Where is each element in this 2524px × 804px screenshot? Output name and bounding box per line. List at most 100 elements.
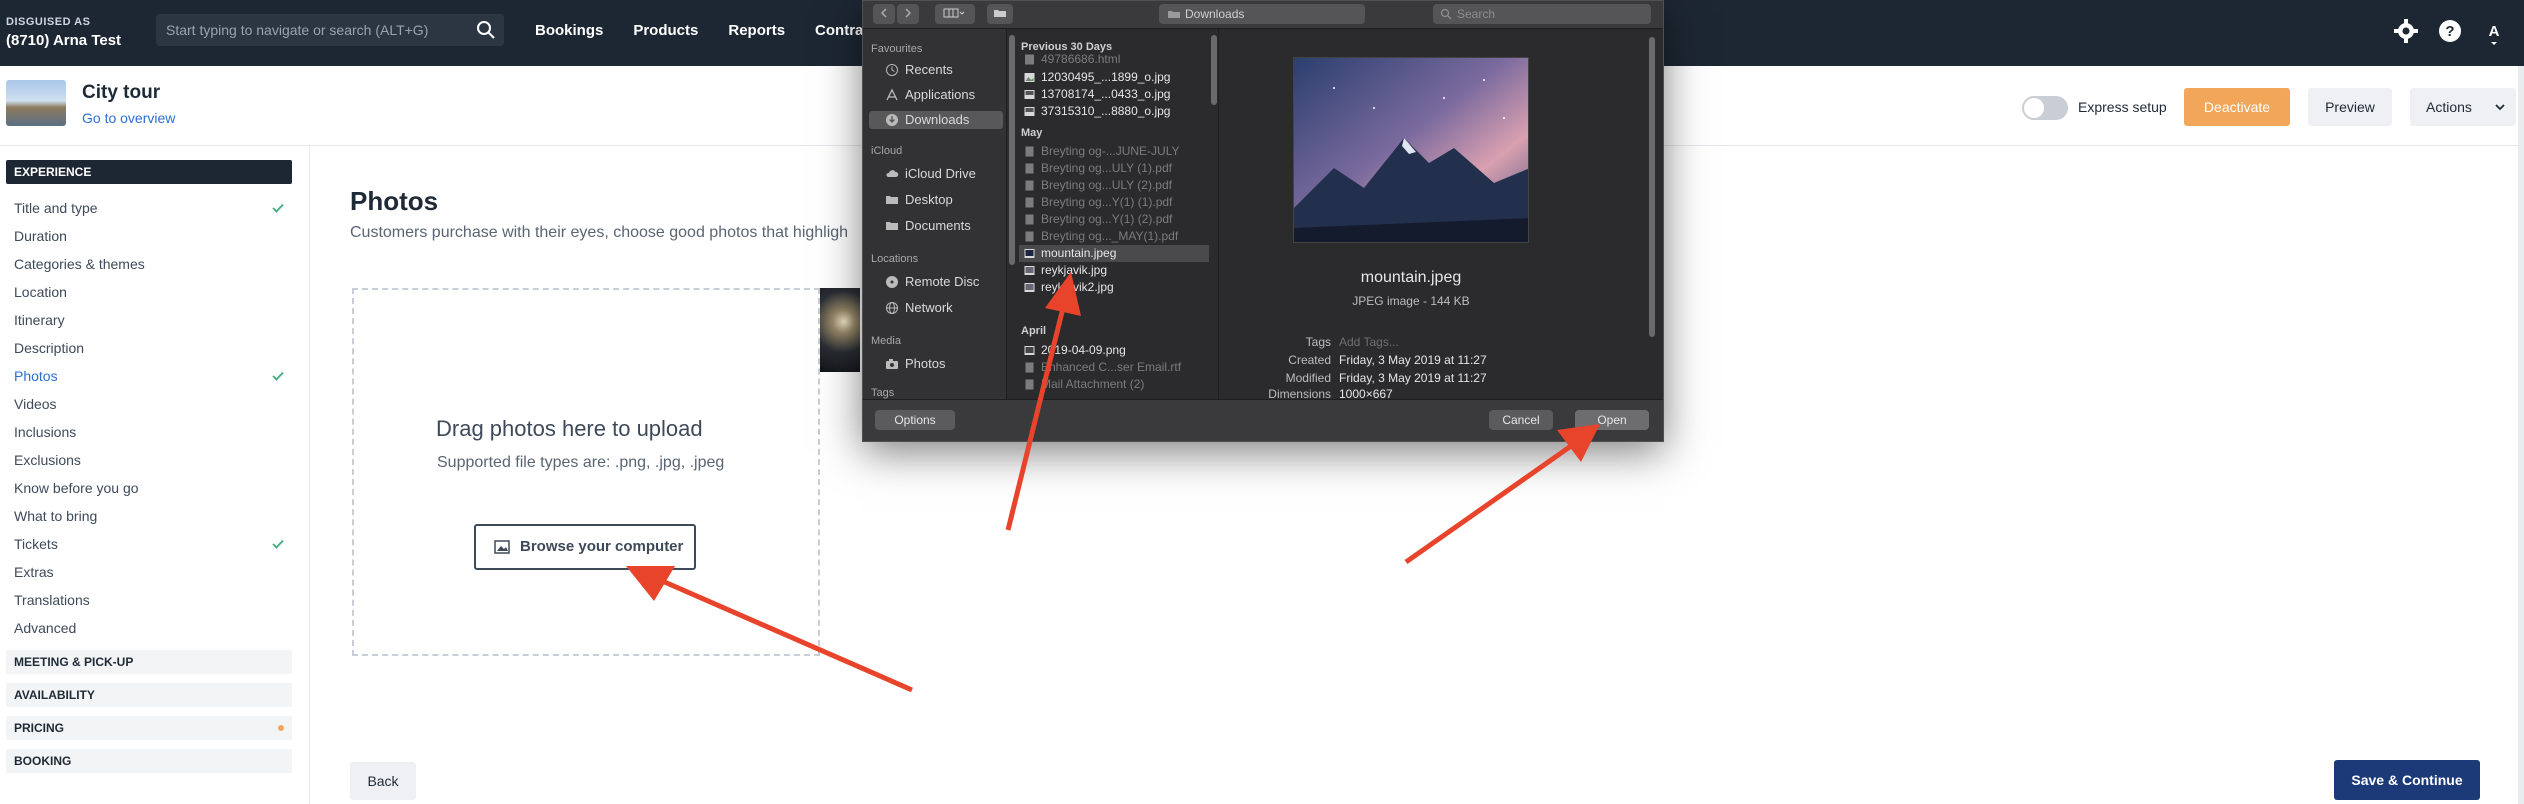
sidebar-item-photos[interactable]: Photos [883, 355, 945, 373]
file-name: 37315310_...8880_o.jpg [1041, 104, 1171, 118]
sidebar-item-recents[interactable]: Recents [883, 61, 953, 79]
document-icon [1025, 362, 1034, 373]
clock-icon [886, 64, 898, 76]
nav-bookings[interactable]: Bookings [535, 22, 603, 39]
preview-file-kind: JPEG image - 144 KB [1352, 294, 1470, 308]
sidebar-item-inclusions[interactable]: Inclusions [14, 424, 76, 440]
file-item[interactable]: 49786686.html [1019, 51, 1209, 68]
sidebar-item-duration[interactable]: Duration [14, 228, 67, 244]
file-name: Breyting og...ULY (1).pdf [1041, 161, 1172, 175]
sidebar-item-videos[interactable]: Videos [14, 396, 57, 412]
forward-nav-button[interactable] [897, 4, 919, 24]
file-item[interactable]: Breyting og...Y(1) (2).pdf [1019, 211, 1209, 228]
add-tags-input[interactable]: Add Tags... [1339, 335, 1399, 349]
file-item[interactable]: Breyting og..._MAY(1).pdf [1019, 228, 1209, 245]
file-item[interactable]: Breyting og...ULY (1).pdf [1019, 160, 1209, 177]
open-button[interactable]: Open [1575, 410, 1649, 430]
icloud-drive-label: iCloud Drive [905, 166, 976, 181]
sidebar-item-exclusions[interactable]: Exclusions [14, 452, 81, 468]
go-to-overview-link[interactable]: Go to overview [82, 110, 175, 126]
browse-computer-button[interactable]: Browse your computer [474, 524, 696, 570]
view-mode-button[interactable] [935, 4, 975, 24]
cancel-button[interactable]: Cancel [1489, 410, 1553, 430]
sidebar-item-categories[interactable]: Categories & themes [14, 256, 145, 272]
sidebar-item-icloud-drive[interactable]: iCloud Drive [883, 165, 976, 183]
express-setup-label: Express setup [2078, 99, 2167, 115]
folder-icon [994, 10, 1006, 17]
file-item[interactable]: Breyting og...Y(1) (1).pdf [1019, 194, 1209, 211]
section-booking[interactable]: BOOKING [6, 749, 292, 773]
sidebar-item-itinerary[interactable]: Itinerary [14, 312, 65, 328]
preview-scrollbar[interactable] [1649, 37, 1655, 337]
sidebar-item-tickets[interactable]: Tickets [14, 536, 58, 552]
nav-reports[interactable]: Reports [728, 22, 785, 39]
disc-icon [886, 276, 898, 288]
pdf-icon [1025, 163, 1034, 174]
new-folder-button[interactable] [987, 4, 1013, 24]
sidebar-item-applications[interactable]: Applications [883, 86, 975, 104]
save-continue-button[interactable]: Save & Continue [2334, 760, 2480, 800]
file-item-selected[interactable]: mountain.jpeg [1019, 245, 1209, 262]
section-meeting-pickup[interactable]: MEETING & PICK-UP [6, 650, 292, 674]
back-button[interactable]: Back [350, 762, 416, 800]
location-select[interactable]: Downloads [1159, 4, 1365, 24]
uploaded-photo-thumbnail[interactable] [820, 288, 860, 372]
file-item[interactable]: 37315310_...8880_o.jpg [1019, 103, 1209, 120]
account-name[interactable]: (8710) Arna Test [6, 32, 121, 49]
dialog-sidebar: Favourites Recents Applications Download… [863, 29, 1007, 399]
sidebar-item-know-before-you-go[interactable]: Know before you go [14, 480, 139, 496]
sidebar-item-description[interactable]: Description [14, 340, 84, 356]
photo-dropzone[interactable] [352, 288, 820, 656]
sidebar-item-downloads[interactable]: Downloads [869, 111, 1003, 129]
section-pricing[interactable]: PRICING [6, 716, 292, 740]
avatar[interactable]: A [2480, 17, 2508, 45]
help-icon[interactable]: ? [2436, 17, 2464, 45]
dropzone-subtitle: Supported file types are: .png, .jpg, .j… [437, 454, 725, 471]
file-item[interactable]: reykjavik2.jpg [1019, 279, 1209, 296]
downloads-icon [886, 114, 898, 126]
sidebar-item-desktop[interactable]: Desktop [883, 191, 953, 209]
back-nav-button[interactable] [873, 4, 895, 24]
file-item[interactable]: reykjavik.jpg [1019, 262, 1209, 279]
express-setup-toggle[interactable] [2022, 96, 2068, 120]
list-scrollbar[interactable] [1211, 35, 1217, 105]
sidebar-scrollbar[interactable] [1009, 35, 1015, 265]
dropzone-title: Drag photos here to upload [436, 416, 703, 441]
file-item[interactable]: 12030495_...1899_o.jpg [1019, 69, 1209, 86]
page-scrollbar[interactable] [2518, 66, 2524, 804]
sidebar-item-what-to-bring[interactable]: What to bring [14, 508, 97, 524]
dialog-search-input[interactable]: Search [1433, 4, 1651, 24]
actions-button[interactable]: Actions [2410, 88, 2516, 126]
sidebar-item-remote-disc[interactable]: Remote Disc [883, 273, 979, 291]
file-item[interactable]: Mail Attachment (2) [1019, 376, 1209, 393]
deactivate-button[interactable]: Deactivate [2184, 88, 2290, 126]
sidebar-item-location[interactable]: Location [14, 284, 67, 300]
preview-button[interactable]: Preview [2308, 88, 2392, 126]
sidebar-item-network[interactable]: Network [883, 299, 953, 317]
sidebar-item-photos[interactable]: Photos [14, 368, 58, 384]
sidebar-item-extras[interactable]: Extras [14, 564, 54, 580]
search-icon[interactable] [476, 20, 496, 40]
sidebar-item-translations[interactable]: Translations [14, 592, 90, 608]
sidebar-item-documents[interactable]: Documents [883, 217, 971, 235]
sidebar-item-title-and-type[interactable]: Title and type [14, 200, 98, 216]
file-item[interactable]: Enhanced C...ser Email.rtf [1019, 359, 1209, 376]
section-availability[interactable]: AVAILABILITY [6, 683, 292, 707]
gear-icon[interactable] [2392, 17, 2420, 45]
search-input[interactable]: Start typing to navigate or search (ALT+… [166, 22, 428, 38]
file-item[interactable]: Breyting og-...JUNE-JULY [1019, 143, 1209, 160]
dialog-search-placeholder: Search [1457, 7, 1496, 21]
sidebar-item-advanced[interactable]: Advanced [14, 620, 76, 636]
file-icon [1025, 54, 1034, 65]
file-name: Breyting og...Y(1) (2).pdf [1041, 212, 1173, 226]
nav-products[interactable]: Products [633, 22, 698, 39]
page-title: Photos [350, 186, 439, 216]
options-button[interactable]: Options [875, 410, 955, 430]
global-search[interactable]: Start typing to navigate or search (ALT+… [156, 14, 504, 46]
file-name: Breyting og...ULY (2).pdf [1041, 178, 1172, 192]
section-experience[interactable]: EXPERIENCE [6, 160, 292, 184]
file-item[interactable]: 2019-04-09.png [1019, 342, 1209, 359]
recents-label: Recents [905, 62, 953, 77]
file-item[interactable]: 13708174_...0433_o.jpg [1019, 86, 1209, 103]
file-item[interactable]: Breyting og...ULY (2).pdf [1019, 177, 1209, 194]
